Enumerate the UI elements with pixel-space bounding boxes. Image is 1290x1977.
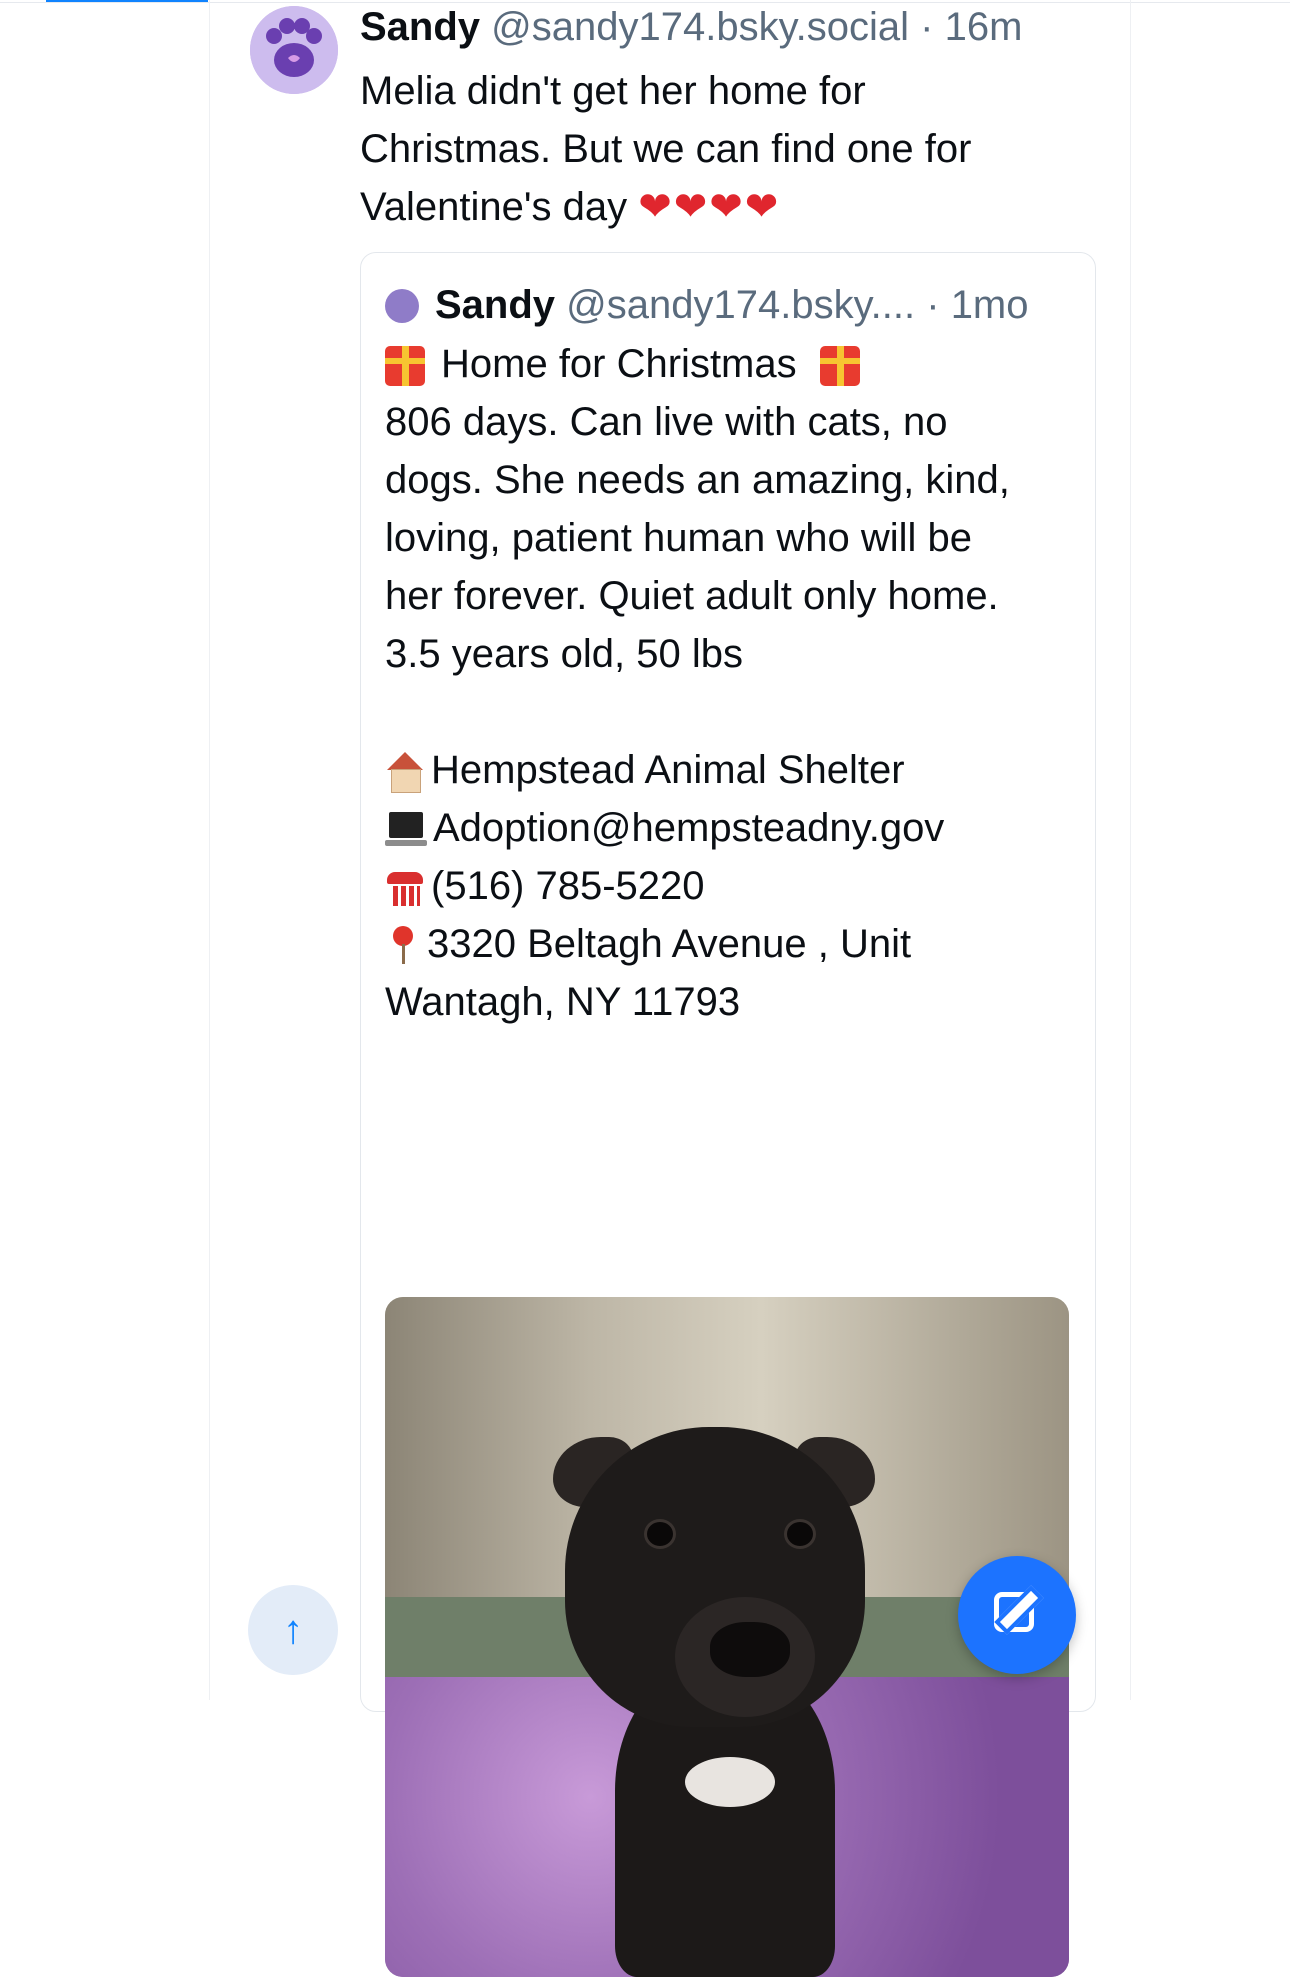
separator-dot: · bbox=[920, 5, 934, 49]
house-icon bbox=[385, 752, 425, 794]
quote-body-line: her forever. Quiet adult only home. bbox=[385, 574, 999, 618]
photo-dog-nose bbox=[710, 1622, 790, 1677]
shelter-phone: (516) 785-5220 bbox=[431, 864, 705, 908]
quote-title-line: Home for Christmas bbox=[385, 335, 1075, 393]
quote-author-name: Sandy bbox=[435, 283, 556, 327]
arrow-up-icon: ↑ bbox=[283, 1608, 303, 1652]
post-text-fragment: Valentine's day bbox=[360, 185, 628, 229]
quote-body-line: 806 days. Can live with cats, no bbox=[385, 400, 948, 444]
shelter-email: Adoption@hempsteadny.gov bbox=[433, 806, 945, 850]
author-name[interactable]: Sandy bbox=[360, 5, 480, 49]
email-line: Adoption@hempsteadny.gov bbox=[385, 799, 1075, 857]
quote-avatar bbox=[385, 289, 419, 323]
address-line: 3320 Beltagh Avenue , Unit bbox=[385, 915, 1075, 973]
shelter-address-2: Wantagh, NY 11793 bbox=[385, 980, 741, 1024]
quote-title: Home for Christmas bbox=[441, 342, 797, 386]
pin-icon bbox=[385, 926, 421, 966]
quote-timestamp: 1mo bbox=[950, 283, 1029, 327]
shelter-name: Hempstead Animal Shelter bbox=[431, 748, 905, 792]
post-timestamp[interactable]: 16m bbox=[945, 5, 1023, 49]
shelter-line: Hempstead Animal Shelter bbox=[385, 741, 1075, 799]
post-text-line: Valentine's day ❤❤❤❤ bbox=[360, 178, 1080, 236]
quote-body: Home for Christmas 806 days. Can live wi… bbox=[385, 335, 1075, 1031]
scroll-to-top-button[interactable]: ↑ bbox=[248, 1585, 338, 1675]
telephone-icon bbox=[385, 868, 425, 908]
gift-icon bbox=[385, 346, 425, 387]
post-text-line: Melia didn't get her home for bbox=[360, 69, 866, 113]
gift-icon bbox=[819, 346, 860, 387]
quote-author-handle: @sandy174.bsky.... bbox=[566, 283, 916, 327]
quote-header: Sandy @sandy174.bsky.... · 1mo bbox=[435, 275, 1085, 335]
photo-dog-eye bbox=[787, 1522, 813, 1546]
phone-line: (516) 785-5220 bbox=[385, 857, 1075, 915]
heart-emojis: ❤❤❤❤ bbox=[638, 185, 781, 229]
photo-dog-chest bbox=[685, 1757, 775, 1807]
post-text: Melia didn't get her home for Christmas.… bbox=[360, 62, 1080, 236]
author-handle[interactable]: @sandy174.bsky.social bbox=[491, 5, 909, 49]
compose-button[interactable] bbox=[958, 1556, 1076, 1674]
photo-dog-eye bbox=[647, 1522, 673, 1546]
quote-body-line: dogs. She needs an amazing, kind, bbox=[385, 458, 1010, 502]
separator-dot: · bbox=[926, 283, 940, 327]
post-header: Sandy @sandy174.bsky.social · 16m bbox=[360, 4, 1100, 50]
avatar[interactable] bbox=[250, 6, 338, 94]
post-text-line: Christmas. But we can find one for bbox=[360, 127, 972, 171]
shelter-address-1: 3320 Beltagh Avenue , Unit bbox=[427, 922, 912, 966]
quoted-post[interactable]: Sandy @sandy174.bsky.... · 1mo Home for … bbox=[360, 252, 1096, 1977]
quote-body-line: 3.5 years old, 50 lbs bbox=[385, 632, 743, 676]
paw-print-icon bbox=[250, 6, 338, 94]
laptop-icon bbox=[385, 810, 427, 850]
quote-body-line: loving, patient human who will be bbox=[385, 516, 973, 560]
